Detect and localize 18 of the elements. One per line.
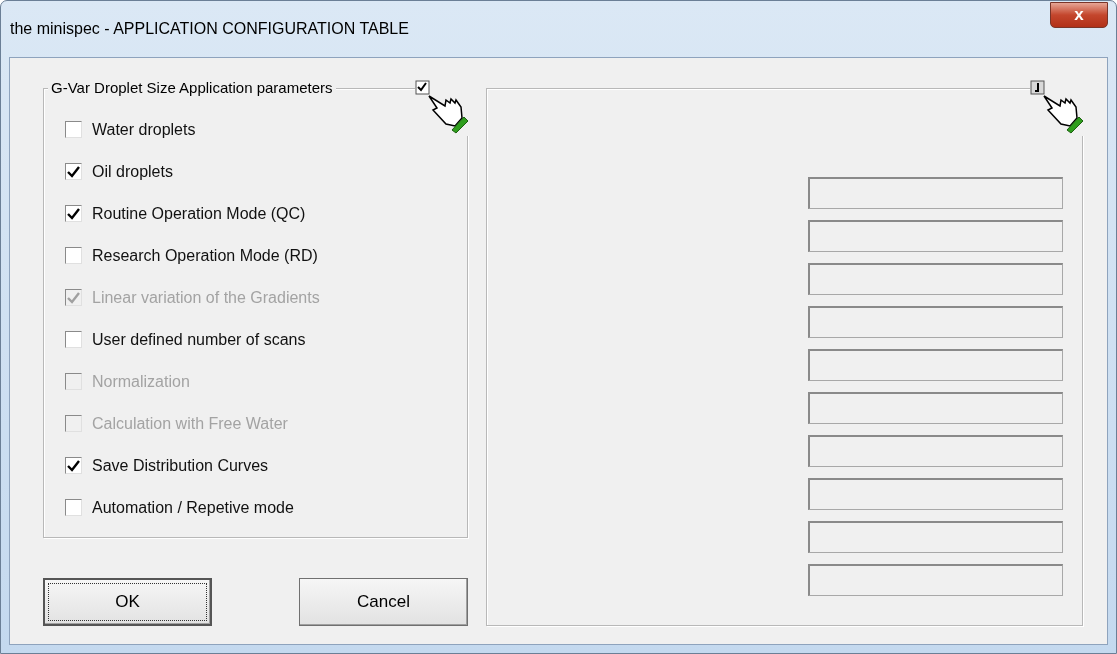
option-checkbox[interactable]: Research Operation Mode (RD) (65, 243, 318, 268)
option-checkbox[interactable]: Save Distribution Curves (65, 453, 269, 478)
option-checkbox[interactable]: Routine Operation Mode (QC) (65, 201, 306, 226)
option-checkbox[interactable]: Oil droplets (65, 159, 173, 184)
checkmark-icon (67, 165, 80, 178)
checkmark-icon (67, 459, 80, 472)
hand-toggle-icon[interactable] (415, 80, 471, 134)
dialog-button[interactable]: Cancel (299, 578, 468, 626)
checkmark-icon (67, 207, 80, 220)
close-button[interactable]: x (1050, 2, 1108, 28)
group-title: G-Var Droplet Size Application parameters (48, 79, 336, 97)
window-title: the minispec - APPLICATION CONFIGURATION TABLE (10, 19, 409, 39)
dialog-button[interactable]: OK (43, 578, 212, 626)
hand-toggle-icon[interactable] (1030, 80, 1086, 134)
option-checkbox[interactable]: Water droplets (65, 117, 196, 142)
option-checkbox[interactable]: User defined number of scans (65, 327, 306, 352)
checkmark-icon (67, 291, 80, 304)
option-checkbox[interactable]: Automation / Repetive mode (65, 495, 294, 520)
